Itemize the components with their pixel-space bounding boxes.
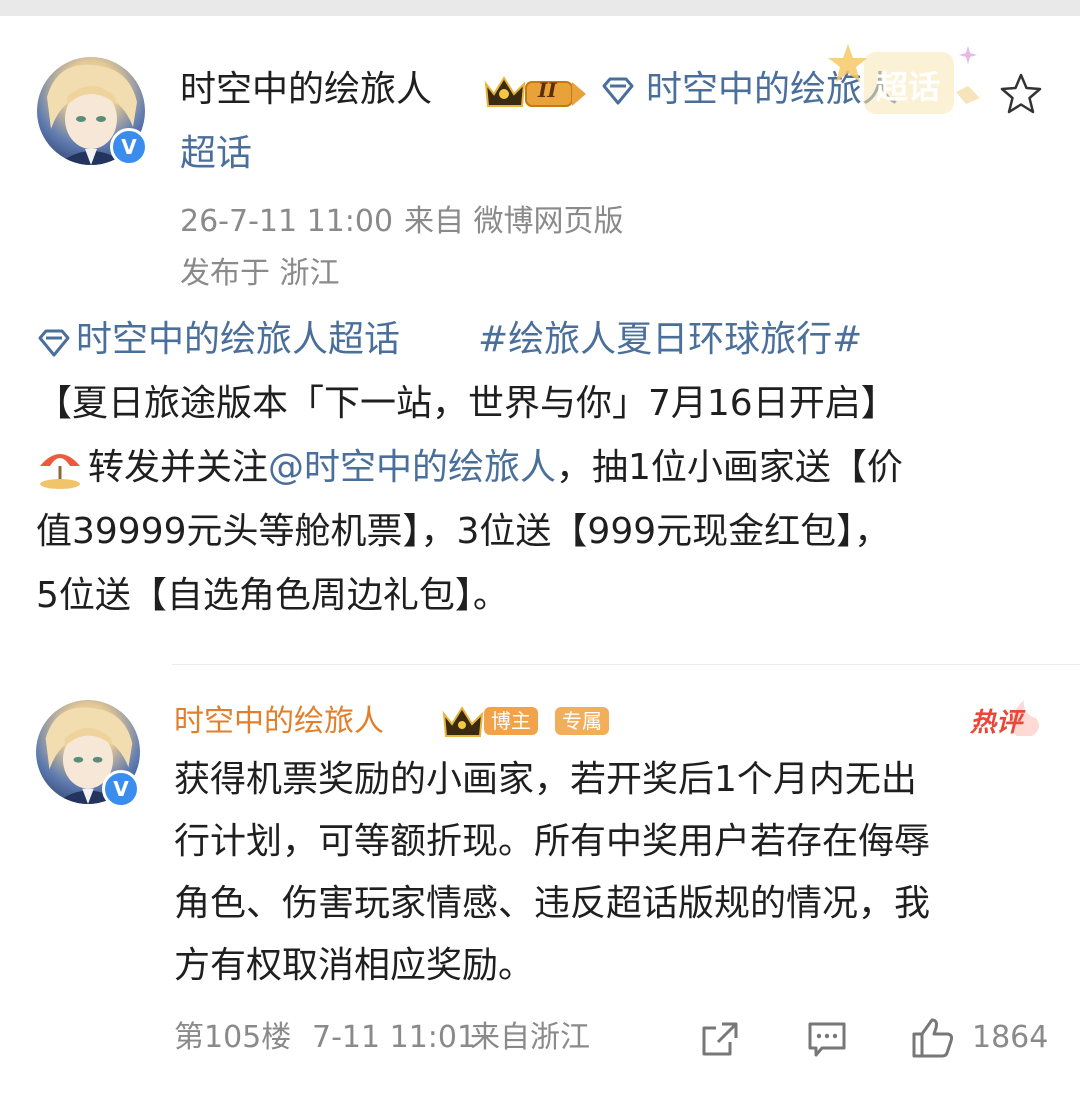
reply-text-line: 获得机票奖励的小画家，若开奖后1个月内无出 — [174, 759, 917, 800]
crown-level-badge[interactable]: II — [482, 72, 592, 112]
hot-comment-badge: 热评 — [966, 696, 1046, 740]
post-body-line: 5位送【自选角色周边礼包】。 — [36, 575, 509, 616]
reply-crown-badge — [440, 704, 486, 744]
crown-icon — [442, 706, 484, 737]
post-location: 发布于 浙江 — [180, 256, 340, 291]
reply-floor: 第105楼 — [174, 1020, 292, 1055]
reply-text-line: 角色、伤害玩家情感、违反超话版规的情况，我 — [174, 883, 931, 924]
reply-time: 7-11 11:01 — [312, 1020, 477, 1055]
crown-level-text: II — [538, 78, 557, 102]
post-body-line: 【夏日旅途版本「下一站，世界与你」7月16日开启】 — [36, 383, 897, 424]
post-body-line: 值39999元头等舱机票】，3位送【999元现金红包】， — [36, 511, 891, 552]
post-time: 26-7-11 11:00 — [180, 204, 394, 239]
exclusive-badge: 专属 — [555, 707, 609, 735]
post-source: 来自 微博网页版 — [404, 204, 624, 239]
share-icon[interactable] — [700, 1020, 740, 1062]
post-body-text: 转发并关注 — [88, 447, 269, 488]
hot-comment-label: 热评 — [970, 708, 1023, 738]
comment-icon[interactable] — [806, 1020, 848, 1062]
post-author-name[interactable]: 时空中的绘旅人 — [180, 66, 432, 114]
reply-author-name[interactable]: 时空中的绘旅人 — [174, 702, 384, 742]
hashtag-link[interactable]: #绘旅人夏日环球旅行# — [478, 316, 862, 364]
supertopic-diamond-icon — [600, 76, 636, 110]
reply-text-line: 行计划，可等额折现。所有中奖用户若存在侮辱 — [174, 821, 931, 862]
topic-diamond-icon — [36, 328, 72, 362]
like-count: 1864 — [972, 1020, 1049, 1055]
blogger-badge: 博主 — [484, 707, 538, 735]
supertopic-sticker: 超话 — [828, 40, 988, 124]
mention-link[interactable]: @时空中的绘旅人 — [268, 447, 556, 488]
topic-tag-link[interactable]: 时空中的绘旅人超话 — [76, 316, 400, 364]
section-divider — [172, 664, 1080, 665]
sticker-text: 超话 — [876, 68, 941, 106]
verified-v-icon: V — [102, 770, 140, 808]
verified-v-icon: V — [110, 128, 148, 166]
beach-umbrella-icon — [36, 446, 84, 494]
crown-icon — [484, 76, 586, 107]
thumbs-up-icon[interactable] — [910, 1016, 956, 1064]
reply-source: 来自浙江 — [470, 1020, 590, 1055]
top-strip — [0, 0, 1080, 16]
post-body-line: 转发并关注@时空中的绘旅人，抽1位小画家送【价 — [88, 444, 903, 492]
star-outline-icon[interactable] — [998, 72, 1044, 120]
reply-text-line: 方有权取消相应奖励。 — [174, 945, 535, 986]
post-body-text: ，抽1位小画家送【价 — [556, 447, 903, 488]
supertopic-link-suffix[interactable]: 超话 — [180, 130, 252, 178]
